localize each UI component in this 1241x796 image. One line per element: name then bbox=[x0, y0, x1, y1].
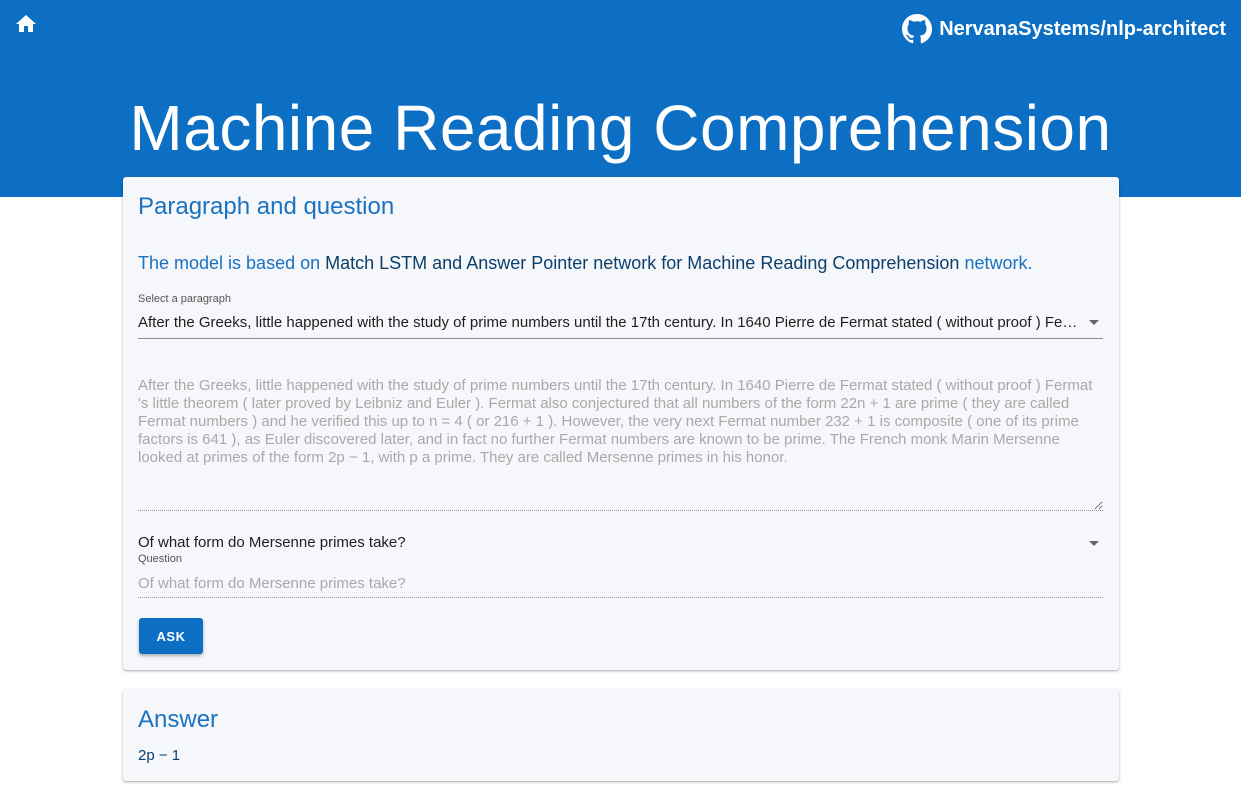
chevron-down-icon bbox=[1089, 320, 1099, 325]
github-repo-link[interactable]: NervanaSystems/nlp-architect bbox=[902, 14, 1226, 44]
question-input[interactable] bbox=[138, 570, 1103, 598]
question-select[interactable]: Of what form do Mersenne primes take? bbox=[138, 532, 1103, 556]
model-description: The model is based on Match LSTM and Ans… bbox=[138, 253, 1033, 274]
answer-text: 2p − 1 bbox=[138, 747, 181, 764]
chevron-down-icon bbox=[1089, 541, 1099, 546]
ask-button[interactable]: ASK bbox=[139, 618, 203, 654]
repo-label: NervanaSystems/nlp-architect bbox=[939, 17, 1226, 40]
paragraph-select-value: After the Greeks, little happened with t… bbox=[138, 314, 1078, 331]
model-paper-link[interactable]: Match LSTM and Answer Pointer network fo… bbox=[325, 253, 959, 273]
paragraph-select-label: Select a paragraph bbox=[138, 293, 231, 305]
paragraph-textarea[interactable]: After the Greeks, little happened with t… bbox=[138, 377, 1103, 511]
github-icon bbox=[902, 14, 933, 44]
app-header: NervanaSystems/nlp-architect Machine Rea… bbox=[0, 0, 1241, 197]
paragraph-question-card: Paragraph and question The model is base… bbox=[123, 177, 1119, 670]
question-select-value: Of what form do Mersenne primes take? bbox=[138, 534, 406, 551]
model-prefix: The model is based on bbox=[138, 253, 321, 273]
answer-title: Answer bbox=[138, 706, 219, 733]
card-title: Paragraph and question bbox=[138, 193, 395, 220]
paragraph-select[interactable]: After the Greeks, little happened with t… bbox=[138, 311, 1103, 339]
model-suffix: network. bbox=[964, 253, 1033, 273]
question-label: Question bbox=[138, 553, 183, 565]
answer-card: Answer 2p − 1 bbox=[123, 690, 1119, 781]
home-icon[interactable] bbox=[14, 12, 38, 36]
home-icon-svg bbox=[16, 15, 36, 32]
page-title: Machine Reading Comprehension bbox=[129, 92, 1112, 164]
